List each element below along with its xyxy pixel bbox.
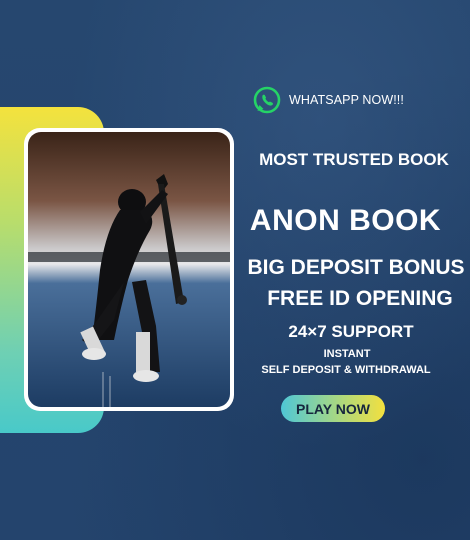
whatsapp-icon	[253, 86, 281, 114]
offer-self-deposit: SELF DEPOSIT & WITHDRAWAL	[261, 364, 431, 376]
offer-deposit-bonus: BIG DEPOSIT BONUS	[247, 256, 465, 279]
whatsapp-link[interactable]: WHATSAPP NOW!!!	[253, 86, 404, 114]
offer-free-id: FREE ID OPENING	[267, 287, 453, 310]
play-now-button[interactable]: PLAY NOW	[281, 395, 385, 422]
cricketer-image	[28, 132, 230, 407]
offer-support: 24×7 SUPPORT	[288, 322, 414, 341]
whatsapp-label[interactable]: WHATSAPP NOW!!!	[289, 93, 404, 107]
hero-image-frame	[24, 128, 234, 411]
brand-title: ANON BOOK	[249, 204, 442, 237]
tagline-trusted: MOST TRUSTED BOOK	[259, 150, 449, 169]
offer-instant: INSTANT	[323, 348, 371, 360]
